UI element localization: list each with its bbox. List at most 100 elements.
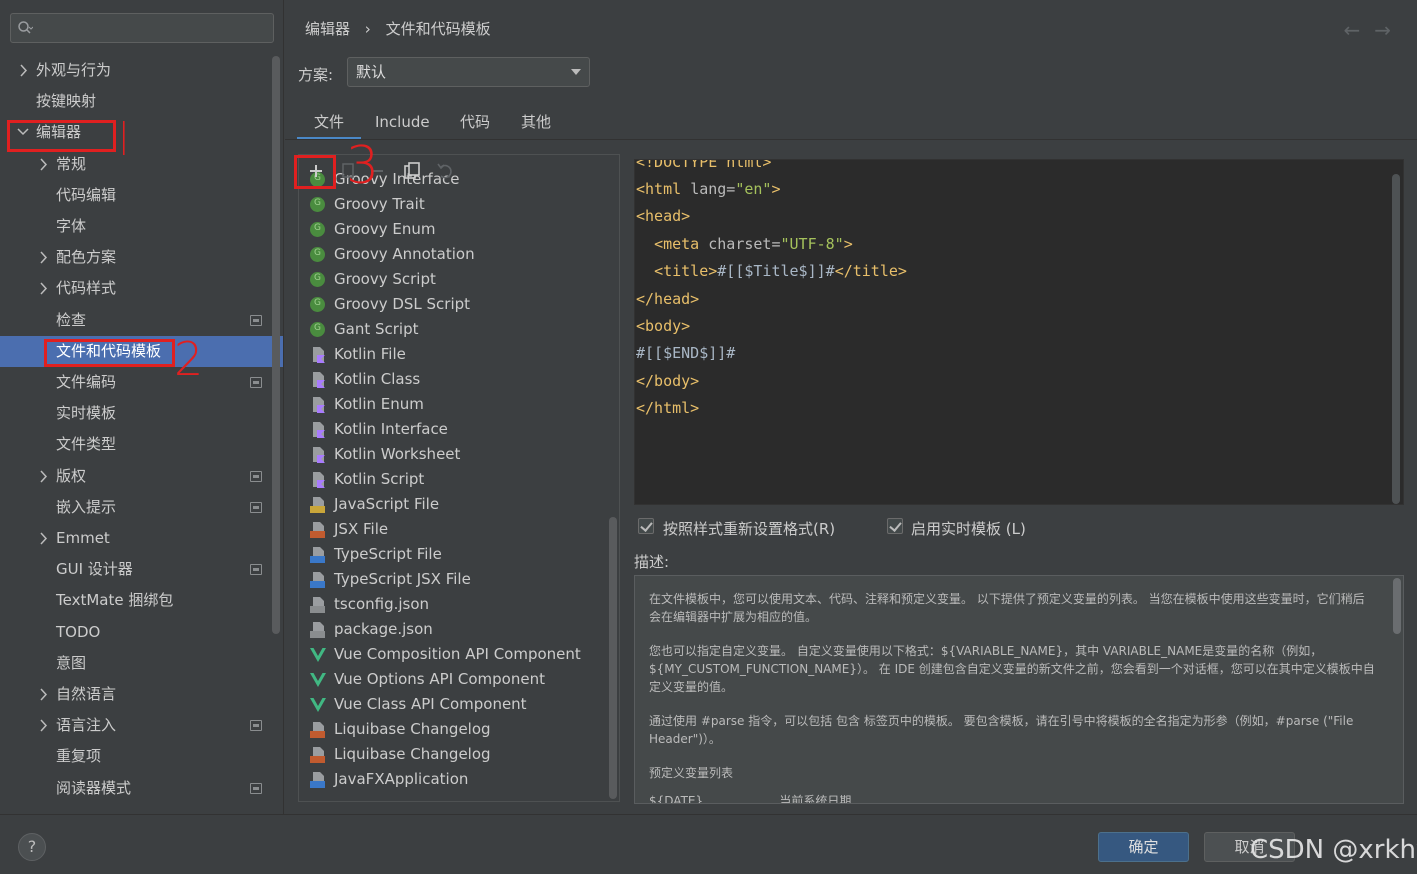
sidebar-item-label: 代码样式 xyxy=(56,279,117,297)
xml-file-icon xyxy=(310,722,325,738)
template-list-item[interactable]: Groovy Annotation xyxy=(299,241,609,267)
chevron-down-icon xyxy=(571,69,581,75)
description-paragraph: 通过使用 #parse 指令，可以包括 包含 标签页中的模板。 要包含模板，请在… xyxy=(649,714,1354,746)
chevron-right-icon[interactable] xyxy=(36,149,50,180)
template-list-item[interactable]: Kotlin Enum xyxy=(299,392,609,417)
editor-scrollbar[interactable] xyxy=(1392,174,1400,504)
vue-icon xyxy=(310,698,326,712)
chevron-right-icon[interactable] xyxy=(36,461,50,492)
sidebar-item[interactable]: 实时模板 xyxy=(0,398,283,429)
breadcrumb-separator: › xyxy=(364,20,371,38)
copy-icon[interactable] xyxy=(400,159,424,183)
sidebar-item-label: 文件类型 xyxy=(56,435,117,453)
forward-arrow-icon[interactable]: → xyxy=(1374,18,1405,42)
sidebar-item[interactable]: TextMate 捆绑包 xyxy=(0,585,283,616)
sidebar-item[interactable]: 配色方案 xyxy=(0,242,283,273)
sidebar-item[interactable]: 阅读器模式 xyxy=(0,773,283,804)
description-scrollbar[interactable] xyxy=(1393,578,1401,634)
sidebar-item-label: 阅读器模式 xyxy=(56,779,132,797)
template-list-item[interactable]: Kotlin Class xyxy=(299,367,609,392)
sidebar-item[interactable]: 按键映射 xyxy=(0,86,283,117)
template-list-item[interactable]: Vue Composition API Component xyxy=(299,642,609,667)
chevron-right-icon[interactable] xyxy=(36,242,50,273)
template-list-item[interactable]: Groovy Script xyxy=(299,266,609,292)
template-list-item[interactable]: Kotlin Interface xyxy=(299,417,609,442)
description-label: 描述: xyxy=(634,553,670,571)
sidebar-item-label: TextMate 捆绑包 xyxy=(56,591,174,609)
java-file-icon xyxy=(310,772,325,788)
sidebar-item[interactable]: 字体 xyxy=(0,211,283,242)
description-paragraph: 您也可以指定自定义变量。 自定义变量使用以下格式：${VARIABLE_NAME… xyxy=(649,644,1375,694)
template-list-item[interactable]: JavaFXApplication xyxy=(299,767,609,792)
chevron-right-icon[interactable] xyxy=(36,523,50,554)
sidebar-item[interactable]: TODO xyxy=(0,617,283,648)
template-list-item[interactable]: JSX File xyxy=(299,517,609,542)
template-list-item[interactable]: tsconfig.json xyxy=(299,592,609,617)
chevron-right-icon[interactable] xyxy=(36,679,50,710)
sidebar-item[interactable]: 语言注入 xyxy=(0,710,283,741)
sidebar-item[interactable]: 代码编辑 xyxy=(0,180,283,211)
sidebar-scrollbar[interactable] xyxy=(272,56,280,634)
sidebar-item[interactable]: Emmet xyxy=(0,523,283,554)
tab-other[interactable]: 其他 xyxy=(504,104,568,140)
template-list-item[interactable]: TypeScript File xyxy=(299,542,609,567)
search-input[interactable] xyxy=(10,13,274,43)
template-list-item[interactable]: Kotlin File xyxy=(299,342,609,367)
tab-files[interactable]: 文件 xyxy=(297,104,362,140)
sidebar-item[interactable]: 自然语言 xyxy=(0,679,283,710)
kotlin-icon xyxy=(313,397,325,413)
template-list-item[interactable]: TypeScript JSX File xyxy=(299,567,609,592)
template-list-item[interactable]: Gant Script xyxy=(299,316,609,342)
tab-include[interactable]: Include xyxy=(358,104,447,140)
template-list-scrollbar[interactable] xyxy=(609,517,617,799)
code-line: <body> xyxy=(636,317,691,335)
template-list-item[interactable]: package.json xyxy=(299,617,609,642)
sidebar-item[interactable]: 常规 xyxy=(0,149,283,180)
project-level-icon xyxy=(250,720,262,731)
help-button[interactable]: ? xyxy=(18,833,46,861)
tsx-file-icon xyxy=(310,572,325,588)
ok-button[interactable]: 确定 xyxy=(1098,832,1189,862)
template-list-item-label: JavaScript File xyxy=(334,495,440,513)
chevron-right-icon[interactable] xyxy=(36,273,50,304)
sidebar-item-label: 代码编辑 xyxy=(56,186,117,204)
scheme-dropdown[interactable]: 默认 xyxy=(347,57,590,87)
template-list-item[interactable]: Kotlin Script xyxy=(299,467,609,492)
template-list-item[interactable]: Liquibase Changelog xyxy=(299,742,609,767)
code-line: </body> xyxy=(636,372,700,390)
description-paragraph: ${DATE} 当前系统日期 xyxy=(649,794,852,804)
template-list-item[interactable]: Kotlin Worksheet xyxy=(299,442,609,467)
sidebar-item[interactable]: 嵌入提示 xyxy=(0,492,283,523)
reformat-checkbox[interactable] xyxy=(638,518,654,534)
sidebar-item[interactable]: 文件类型 xyxy=(0,429,283,460)
chevron-right-icon[interactable] xyxy=(16,55,30,86)
template-list-item-label: JSX File xyxy=(334,520,389,538)
groovy-icon xyxy=(310,291,325,316)
sidebar-item[interactable]: 检查 xyxy=(0,305,283,336)
template-code-editor[interactable]: <!DOCTYPE html> <html lang="en"> <head> … xyxy=(634,159,1404,505)
template-list-item[interactable]: Liquibase Changelog xyxy=(299,717,609,742)
template-list-item[interactable]: Groovy Enum xyxy=(299,216,609,242)
template-list-item[interactable]: Vue Class API Component xyxy=(299,692,609,717)
annotation-mark-3: 3 xyxy=(346,136,380,196)
sidebar-item-label: 按键映射 xyxy=(36,92,97,110)
code-line: </html> xyxy=(636,399,700,417)
groovy-icon xyxy=(310,266,325,291)
sidebar-item[interactable]: 文件编码 xyxy=(0,367,283,398)
sidebar-item[interactable]: 重复项 xyxy=(0,741,283,772)
chevron-right-icon[interactable] xyxy=(36,710,50,741)
template-list-item-label: Vue Composition API Component xyxy=(334,645,581,663)
sidebar-item[interactable]: GUI 设计器 xyxy=(0,554,283,585)
template-list-item[interactable]: JavaScript File xyxy=(299,492,609,517)
breadcrumb-current: 文件和代码模板 xyxy=(385,20,491,38)
template-list-item[interactable]: Groovy DSL Script xyxy=(299,291,609,317)
sidebar-item[interactable]: 外观与行为 xyxy=(0,55,283,86)
back-arrow-icon[interactable]: ← xyxy=(1343,18,1374,42)
sidebar-item[interactable]: 意图 xyxy=(0,648,283,679)
sidebar-item[interactable]: 代码样式 xyxy=(0,273,283,304)
tab-code[interactable]: 代码 xyxy=(443,104,507,140)
sidebar-item[interactable]: 版权 xyxy=(0,461,283,492)
template-list-item[interactable]: Vue Options API Component xyxy=(299,667,609,692)
live-templates-checkbox[interactable] xyxy=(887,518,903,534)
breadcrumb-parent[interactable]: 编辑器 xyxy=(305,20,350,38)
